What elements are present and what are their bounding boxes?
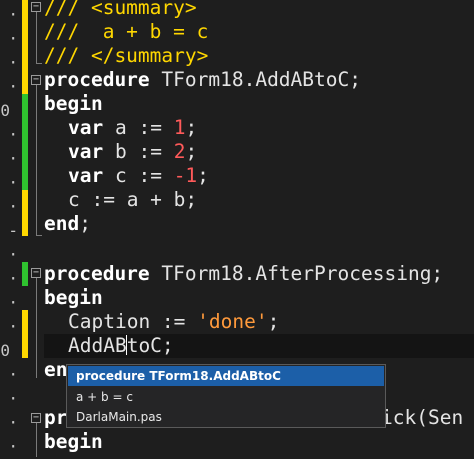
gutter-mark: · [8, 173, 18, 192]
keyword: procedure [44, 262, 150, 285]
current-code-line[interactable]: AddABtoC; [44, 334, 474, 358]
gutter-mark: · [8, 317, 18, 336]
fold-collapse-icon[interactable]: − [31, 268, 41, 278]
code-line: /// a + b = c [44, 20, 474, 44]
code-text: c := a + b; [68, 188, 198, 211]
gutter-mark: · [8, 293, 18, 312]
code-line: var b := 2; [44, 140, 474, 164]
code-completion-popup[interactable]: procedure TForm18.AddABtoC a + b = c Dar… [66, 364, 386, 428]
keyword: var [68, 164, 104, 187]
code-line: var c := -1; [44, 164, 474, 188]
code-text: Caption := [68, 310, 198, 333]
fold-guide [36, 63, 42, 64]
fold-guide [36, 278, 37, 378]
number-literal: 1 [173, 116, 186, 139]
number-literal: -1 [173, 164, 198, 187]
gutter-mark: · [8, 437, 18, 456]
gutter-mark: · [8, 5, 18, 24]
code-line: procedure TForm18.AfterProcessing; [44, 262, 474, 286]
code-line: c := a + b; [44, 188, 474, 212]
code-line: end; [44, 212, 474, 236]
code-text: b := [103, 140, 174, 163]
fold-collapse-icon[interactable]: − [31, 2, 41, 12]
gutter-mark: · [8, 269, 18, 288]
gutter-mark: · [8, 29, 18, 48]
gutter-mark: · [8, 125, 18, 144]
doc-comment: /// a + b = c [44, 20, 209, 43]
code-line: var a := 1; [44, 116, 474, 140]
completion-item[interactable]: DarlaMain.pas [68, 407, 384, 427]
fold-guide [36, 85, 37, 235]
fold-guide [36, 235, 42, 236]
code-text: ; [267, 310, 280, 333]
fold-guide [36, 12, 37, 64]
gutter-mark: · [8, 413, 18, 432]
code-text: ick(Sen [381, 406, 464, 429]
code-line: begin [44, 286, 474, 310]
number-literal: 2 [173, 140, 186, 163]
keyword: var [68, 116, 104, 139]
keyword: begin [44, 92, 103, 115]
completion-item-selected[interactable]: procedure TForm18.AddABtoC [68, 366, 384, 386]
change-bar-saved [22, 262, 28, 286]
code-text: a := [103, 116, 174, 139]
code-line: begin [44, 430, 474, 454]
code-text: ; [197, 164, 209, 187]
fold-guide [36, 423, 37, 457]
code-text: ; [185, 140, 198, 163]
code-text: AddAB [68, 334, 127, 357]
line-number-gutter[interactable]: · · · · 0 · · · · - · · · · 0 · · · · [0, 0, 22, 457]
string-literal: 'done' [197, 310, 268, 333]
code-line: procedure TForm18.AddABtoC; [44, 68, 474, 92]
code-text: ; [185, 116, 198, 139]
code-text: toC; [126, 334, 174, 357]
code-text: TForm18.AfterProcessing; [149, 262, 444, 285]
keyword: var [68, 140, 104, 163]
keyword: begin [44, 286, 103, 309]
keyword: procedure [44, 68, 150, 91]
gutter-mark: · [8, 389, 18, 408]
code-line: /// <summary> [44, 0, 474, 20]
fold-collapse-icon[interactable]: − [31, 413, 41, 423]
change-bar-saved [22, 94, 28, 190]
gutter-mark: · [8, 77, 18, 96]
gutter-mark: · [8, 245, 18, 264]
doc-comment: /// </summary> [44, 44, 209, 67]
keyword: pr [44, 406, 68, 429]
fold-collapse-icon[interactable]: − [31, 75, 41, 85]
code-text: ; [79, 212, 91, 235]
keyword: end [44, 212, 80, 235]
code-text: c := [103, 164, 174, 187]
line-number: 0 [0, 101, 10, 120]
gutter-mark: - [8, 221, 18, 240]
doc-comment: /// <summary> [44, 0, 197, 19]
completion-item[interactable]: a + b = c [68, 387, 384, 407]
line-number: 0 [0, 341, 10, 360]
gutter-mark: · [8, 365, 18, 384]
code-text: TForm18.AddABtoC; [149, 68, 361, 91]
code-line: Caption := 'done'; [44, 310, 474, 334]
gutter-mark: · [8, 149, 18, 168]
gutter-mark: · [8, 53, 18, 72]
keyword: en [44, 358, 68, 381]
keyword: begin [44, 430, 103, 453]
change-bar-unsaved [22, 0, 28, 94]
gutter-mark: · [8, 197, 18, 216]
code-line: /// </summary> [44, 44, 474, 68]
change-bar-unsaved [22, 190, 28, 236]
change-bar-unsaved [22, 310, 28, 358]
code-line: begin [44, 92, 474, 116]
